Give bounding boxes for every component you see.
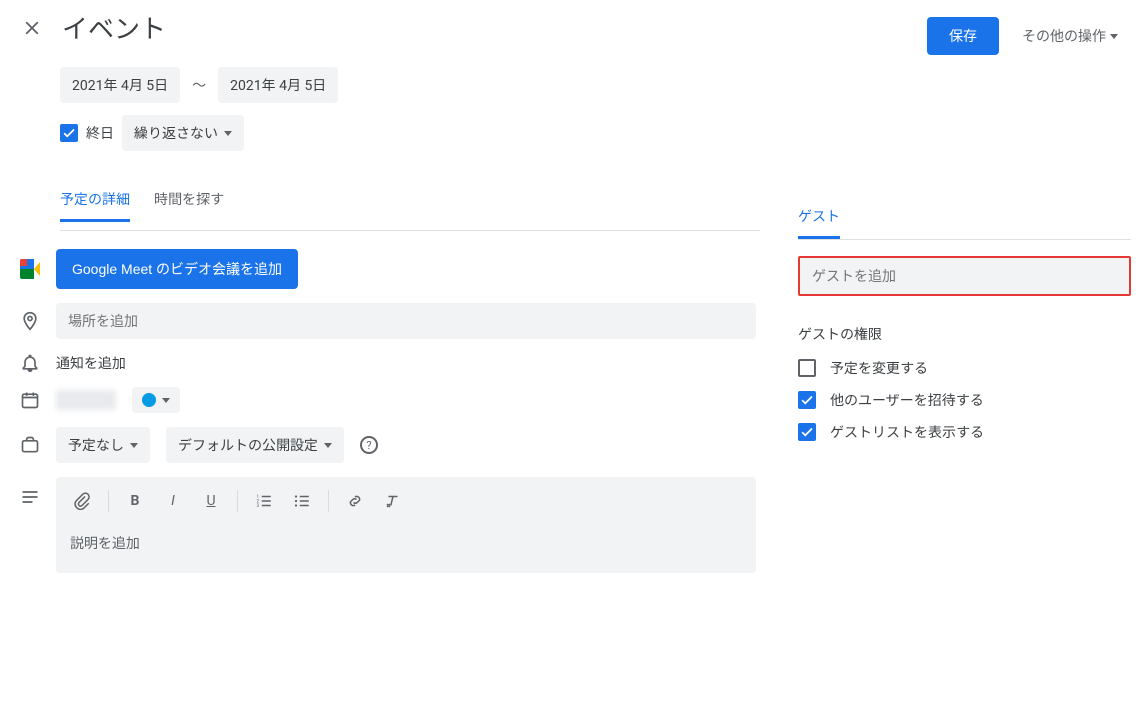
link-icon	[346, 492, 364, 510]
attachment-button[interactable]	[64, 483, 100, 519]
italic-icon: I	[171, 493, 175, 509]
calendar-owner-name	[56, 390, 116, 410]
chevron-down-icon	[162, 398, 170, 403]
start-date-chip[interactable]: 2021年 4月 5日	[60, 67, 180, 103]
other-actions-dropdown[interactable]: その他の操作	[1009, 16, 1131, 56]
all-day-checkbox[interactable]	[60, 124, 78, 142]
bulleted-list-icon	[293, 492, 311, 510]
clear-formatting-button[interactable]	[375, 483, 411, 519]
add-google-meet-button[interactable]: Google Meet のビデオ会議を追加	[56, 249, 298, 289]
guest-tab-divider	[798, 239, 1131, 240]
visibility-help-button[interactable]: ?	[360, 436, 378, 454]
close-icon	[21, 17, 43, 39]
toolbar-divider	[108, 490, 109, 512]
numbered-list-button[interactable]: 123	[246, 483, 282, 519]
permission-invite-others-label: 他のユーザーを招待する	[830, 390, 984, 410]
tab-find-time[interactable]: 時間を探す	[154, 179, 224, 222]
google-meet-icon	[20, 259, 40, 279]
clear-formatting-icon	[384, 492, 402, 510]
check-icon	[62, 126, 76, 140]
permission-invite-others-checkbox[interactable]	[798, 391, 816, 409]
location-input[interactable]	[56, 303, 756, 339]
end-date-chip[interactable]: 2021年 4月 5日	[218, 67, 338, 103]
check-icon	[800, 393, 814, 407]
save-button[interactable]: 保存	[927, 17, 999, 55]
description-icon	[20, 487, 40, 507]
calendar-color-dot	[142, 393, 156, 407]
bold-button[interactable]: B	[117, 483, 153, 519]
chevron-down-icon	[1110, 34, 1118, 39]
recurrence-dropdown[interactable]: 繰り返さない	[122, 115, 244, 151]
italic-button[interactable]: I	[155, 483, 191, 519]
permission-see-guest-list-label: ゲストリストを表示する	[830, 422, 984, 442]
location-icon	[20, 311, 40, 331]
calendar-icon	[20, 390, 40, 410]
add-guest-input[interactable]	[800, 258, 1129, 294]
permission-modify-event-label: 予定を変更する	[830, 358, 928, 378]
chevron-down-icon	[130, 443, 138, 448]
guest-input-highlight	[798, 256, 1131, 296]
check-icon	[800, 425, 814, 439]
toolbar-divider	[328, 490, 329, 512]
underline-button[interactable]: U	[193, 483, 229, 519]
add-notification-button[interactable]: 通知を追加	[56, 353, 126, 373]
other-actions-label: その他の操作	[1022, 26, 1106, 46]
editor-toolbar: B I U 123	[56, 477, 756, 525]
permission-see-guest-list-checkbox[interactable]	[798, 423, 816, 441]
date-range-separator: ～	[192, 75, 206, 95]
underline-icon: U	[206, 493, 215, 509]
toolbar-divider	[237, 490, 238, 512]
bold-icon: B	[131, 493, 140, 509]
close-button[interactable]	[20, 16, 44, 40]
svg-text:3: 3	[257, 503, 260, 509]
tab-event-details[interactable]: 予定の詳細	[60, 179, 130, 222]
guest-permissions-title: ゲストの権限	[798, 324, 1131, 344]
permission-modify-event-checkbox[interactable]	[798, 359, 816, 377]
numbered-list-icon: 123	[255, 492, 273, 510]
description-textarea[interactable]: 説明を追加	[56, 525, 756, 561]
availability-dropdown[interactable]: 予定なし	[56, 427, 150, 463]
bell-icon	[20, 353, 40, 373]
attachment-icon	[73, 492, 91, 510]
all-day-label: 終日	[86, 123, 114, 143]
availability-label: 予定なし	[68, 435, 124, 455]
chevron-down-icon	[324, 443, 332, 448]
link-button[interactable]	[337, 483, 373, 519]
event-title-input[interactable]	[62, 8, 562, 47]
tabs-divider	[60, 230, 760, 231]
visibility-label: デフォルトの公開設定	[178, 435, 318, 455]
tab-guests[interactable]: ゲスト	[798, 196, 840, 239]
briefcase-icon	[20, 435, 40, 455]
calendar-color-dropdown[interactable]	[132, 387, 180, 413]
visibility-dropdown[interactable]: デフォルトの公開設定	[166, 427, 344, 463]
bulleted-list-button[interactable]	[284, 483, 320, 519]
chevron-down-icon	[224, 131, 232, 136]
recurrence-label: 繰り返さない	[134, 123, 218, 143]
